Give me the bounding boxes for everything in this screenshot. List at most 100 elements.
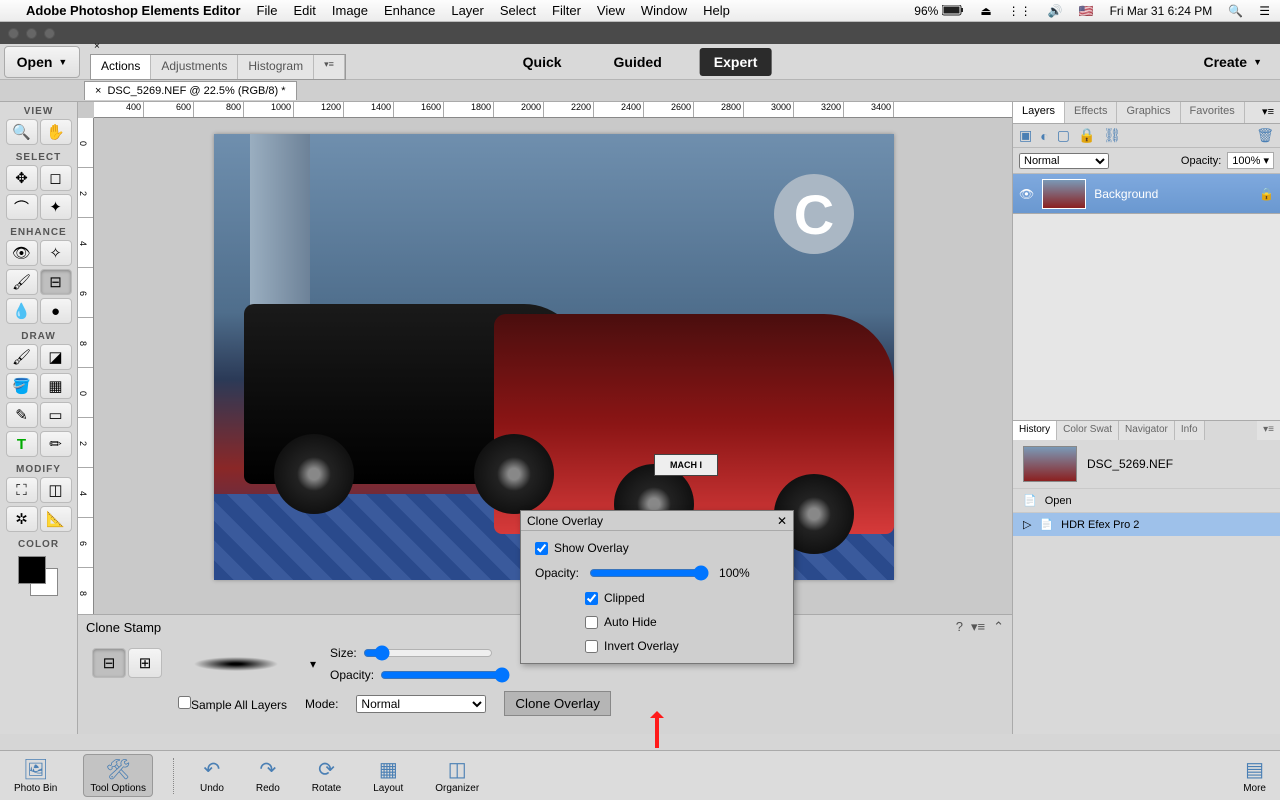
crop-tool[interactable]: ⛶ (6, 477, 38, 503)
pattern-stamp-icon[interactable]: ⊞ (128, 648, 162, 678)
overlay-opacity-slider[interactable] (589, 565, 709, 581)
clone-stamp-icon[interactable]: ⊟ (92, 648, 126, 678)
brush-preview[interactable] (176, 652, 296, 676)
close-icon[interactable]: × (95, 85, 101, 97)
opacity-value[interactable]: 100% ▾ (1227, 152, 1274, 169)
menu-file[interactable]: File (257, 3, 278, 18)
eraser-tool[interactable]: ◪ (40, 344, 72, 370)
menu-edit[interactable]: Edit (293, 3, 315, 18)
clone-overlay-button[interactable]: Clone Overlay (504, 691, 610, 716)
history-item-hdr[interactable]: ▷📄HDR Efex Pro 2 (1013, 512, 1280, 536)
tab-graphics[interactable]: Graphics (1117, 102, 1180, 123)
sponge-tool[interactable]: ● (40, 298, 72, 324)
content-move-tool[interactable]: ✲ (6, 506, 38, 532)
tab-layers[interactable]: Layers (1013, 102, 1065, 123)
zoom-tool[interactable]: 🔍 (6, 119, 38, 145)
invert-checkbox[interactable]: Invert Overlay (585, 639, 779, 653)
recompose-tool[interactable]: ◫ (40, 477, 72, 503)
tab-actions[interactable]: Actions (91, 55, 151, 79)
autohide-checkbox[interactable]: Auto Hide (585, 615, 779, 629)
blend-mode-select[interactable]: Normal (1019, 153, 1109, 169)
tab-histogram[interactable]: Histogram (238, 55, 314, 79)
close-icon[interactable]: × (94, 41, 100, 52)
photo-bin-button[interactable]: 🖼Photo Bin (8, 755, 63, 796)
close-icon[interactable]: ✕ (777, 514, 787, 528)
trash-icon[interactable]: 🗑 (1256, 127, 1274, 144)
new-layer-icon[interactable]: ▣ (1019, 127, 1032, 144)
type-tool[interactable]: T (6, 431, 38, 457)
brush-tool[interactable]: 🖌 (6, 344, 38, 370)
adjustment-layer-icon[interactable]: ◐ (1040, 128, 1048, 144)
redeye-tool[interactable]: 👁 (6, 240, 38, 266)
history-item-open[interactable]: 📄Open (1013, 488, 1280, 512)
mode-select[interactable]: Normal (356, 695, 486, 713)
eject-icon[interactable]: ⏏ (980, 4, 991, 18)
menu-icon[interactable]: ☰ (1259, 4, 1270, 18)
pencil-tool[interactable]: ✏ (40, 431, 72, 457)
hand-tool[interactable]: ✋ (40, 119, 72, 145)
blur-tool[interactable]: 💧 (6, 298, 38, 324)
mode-expert[interactable]: Expert (700, 48, 772, 76)
mode-guided[interactable]: Guided (600, 48, 676, 76)
history-snapshot[interactable]: DSC_5269.NEF (1013, 440, 1280, 488)
layer-row-background[interactable]: 👁 Background 🔒 (1013, 174, 1280, 214)
clipped-checkbox[interactable]: Clipped (585, 591, 779, 605)
lock-icon[interactable]: 🔒 (1259, 187, 1274, 201)
panel-menu-icon[interactable]: ▾≡ (1257, 421, 1280, 440)
tab-adjustments[interactable]: Adjustments (151, 55, 238, 79)
rotate-button[interactable]: ⟳Rotate (306, 755, 347, 796)
app-name[interactable]: Adobe Photoshop Elements Editor (26, 3, 241, 18)
marquee-tool[interactable]: ◻ (40, 165, 72, 191)
tab-info[interactable]: Info (1175, 421, 1205, 440)
mode-quick[interactable]: Quick (509, 48, 576, 76)
tab-history[interactable]: History (1013, 421, 1057, 440)
straighten-tool[interactable]: 📐 (40, 506, 72, 532)
battery-status[interactable]: 96% (914, 4, 964, 18)
gradient-tool[interactable]: ▦ (40, 373, 72, 399)
shape-tool[interactable]: ▭ (40, 402, 72, 428)
show-overlay-checkbox[interactable]: Show Overlay (535, 541, 779, 555)
visibility-icon[interactable]: 👁 (1019, 187, 1034, 201)
lasso-tool[interactable]: ⌒ (6, 194, 38, 220)
flag-icon[interactable]: 🇺🇸 (1079, 4, 1094, 18)
opacity-slider[interactable] (380, 667, 510, 683)
menu-select[interactable]: Select (500, 3, 536, 18)
organizer-button[interactable]: ◫Organizer (429, 755, 485, 796)
spotlight-icon[interactable]: 🔍 (1228, 4, 1243, 18)
panel-menu-icon[interactable]: ▾≡ (1256, 102, 1280, 123)
open-button[interactable]: Open▼ (4, 46, 80, 78)
collapse-icon[interactable]: ⌃ (993, 619, 1004, 635)
menu-icon[interactable]: ▾≡ (971, 619, 985, 635)
undo-button[interactable]: ↶Undo (194, 755, 230, 796)
tab-favorites[interactable]: Favorites (1181, 102, 1245, 123)
menu-filter[interactable]: Filter (552, 3, 581, 18)
lock-icon[interactable]: 🔒 (1078, 127, 1095, 144)
eyedropper-tool[interactable]: ✎ (6, 402, 38, 428)
mask-icon[interactable]: ▢ (1057, 127, 1070, 144)
smart-brush-tool[interactable]: 🖌 (6, 269, 38, 295)
menu-window[interactable]: Window (641, 3, 687, 18)
spot-heal-tool[interactable]: ✧ (40, 240, 72, 266)
sample-all-checkbox[interactable]: Sample All Layers (178, 696, 287, 712)
bluetooth-icon[interactable]: ⋮⋮ (1008, 4, 1032, 18)
create-button[interactable]: Create▼ (1191, 48, 1274, 76)
clone-stamp-tool[interactable]: ⊟ (40, 269, 72, 295)
help-icon[interactable]: ? (956, 619, 963, 635)
tab-menu[interactable]: ▾≡ (314, 55, 345, 79)
tab-swatches[interactable]: Color Swat (1057, 421, 1119, 440)
menu-image[interactable]: Image (332, 3, 368, 18)
tool-options-button[interactable]: 🛠Tool Options (83, 754, 153, 797)
move-tool[interactable]: ✥ (6, 165, 38, 191)
tab-navigator[interactable]: Navigator (1119, 421, 1175, 440)
link-icon[interactable]: ⛓ (1103, 127, 1121, 144)
menu-enhance[interactable]: Enhance (384, 3, 435, 18)
color-swatches[interactable] (14, 556, 64, 596)
clock[interactable]: Fri Mar 31 6:24 PM (1110, 4, 1213, 18)
more-button[interactable]: ▤More (1237, 755, 1272, 796)
layout-button[interactable]: ▦Layout (367, 755, 409, 796)
fill-tool[interactable]: 🪣 (6, 373, 38, 399)
traffic-lights[interactable] (8, 28, 55, 39)
dialog-titlebar[interactable]: Clone Overlay✕ (521, 511, 793, 531)
tab-effects[interactable]: Effects (1065, 102, 1117, 123)
doc-tab[interactable]: ×DSC_5269.NEF @ 22.5% (RGB/8) * (84, 81, 297, 100)
